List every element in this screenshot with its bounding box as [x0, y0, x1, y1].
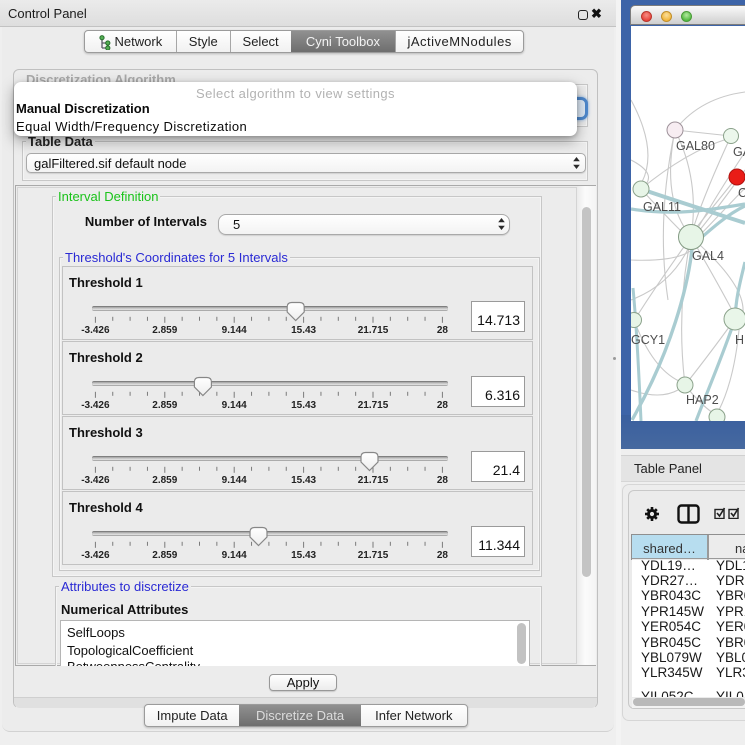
svg-text:GAL80: GAL80: [676, 139, 715, 153]
svg-text:GA: GA: [733, 145, 745, 159]
svg-text:GAL4: GAL4: [692, 249, 724, 263]
svg-text:HAP2: HAP2: [686, 393, 719, 407]
svg-text:GAL11: GAL11: [643, 200, 681, 214]
svg-text:C: C: [738, 186, 745, 200]
svg-text:GCY1: GCY1: [631, 333, 665, 347]
svg-text:H: H: [735, 333, 744, 347]
